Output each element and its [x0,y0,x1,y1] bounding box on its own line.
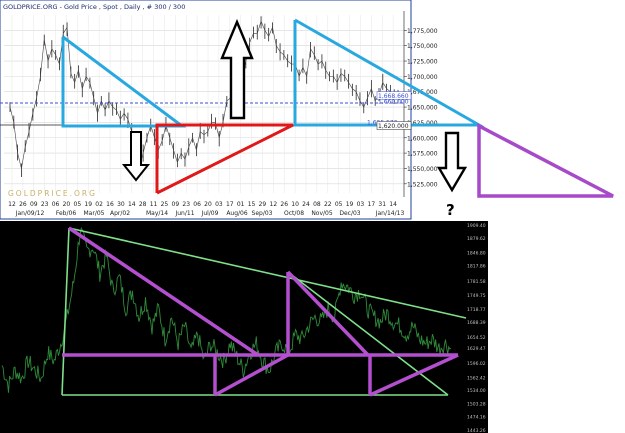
top-x-tick-label: 17 [226,201,234,208]
top-x-tick-label: 12 [270,201,278,208]
top-x-tick-label: 06 [193,201,201,208]
top-x-tick-label: 17 [368,201,376,208]
top-x-tick-label: 16 [106,201,114,208]
price-label: 1,660.000 [378,98,409,105]
top-x-tick-label: 22 [324,201,332,208]
top-x-month-label: Nov/05 [311,210,333,217]
top-x-tick-label: 29 [259,201,267,208]
top-x-month-label: Jul/09 [201,210,219,217]
top-x-tick-label: 03 [215,201,223,208]
top-x-tick-label: 14 [389,201,397,208]
top-x-month-label: Jun/11 [174,210,194,217]
top-x-tick-label: 11 [150,201,158,208]
top-x-tick-label: 09 [172,201,180,208]
top-x-month-label: Dec/03 [339,210,360,217]
bottom-chart-background [0,221,488,433]
top-x-tick-label: 05 [335,201,343,208]
bottom-y-tick-label: 1909.40 [467,223,486,229]
top-x-tick-label: 15 [248,201,256,208]
bottom-y-tick-label: 1817.86 [467,263,486,269]
top-x-month-label: Jan/09/12 [15,210,45,217]
top-x-month-label: Feb/06 [56,210,76,217]
top-x-tick-label: 30 [117,201,125,208]
top-x-tick-label: 14 [128,201,136,208]
top-x-tick-label: 19 [84,201,92,208]
top-x-month-label: May/14 [146,210,168,217]
top-y-tick-label: 1,725,000 [407,59,438,66]
bottom-y-tick-label: 1443.26 [467,428,486,433]
top-x-tick-label: 25 [161,201,169,208]
chart-composite: 1,775,0001,750,0001,725,0001,700,0001,67… [0,0,614,433]
bottom-y-tick-label: 1474.16 [467,414,486,420]
top-y-tick-label: 1,600,000 [407,135,438,142]
bottom-y-tick-label: 1503.28 [467,402,486,408]
top-x-month-label: Oct/08 [284,210,304,217]
bottom-y-tick-label: 1562.42 [467,376,486,382]
top-y-tick-label: 1,700,000 [407,74,438,81]
top-y-tick-label: 1,775,000 [407,28,438,35]
top-x-tick-label: 24 [302,201,310,208]
top-y-tick-label: 1,525,000 [407,181,438,188]
top-x-tick-label: 19 [346,201,354,208]
top-x-tick-label: 31 [378,201,386,208]
top-x-tick-label: 12 [8,201,16,208]
watermark-text: GOLDPRICE.ORG [8,189,97,198]
top-x-tick-label: 08 [313,201,321,208]
top-x-month-label: Apr/02 [110,210,130,217]
bottom-y-tick-label: 1654.52 [467,335,486,341]
top-x-month-label: Aug/06 [226,210,248,217]
bottom-y-tick-label: 1879.62 [467,236,486,242]
bottom-y-tick-label: 1596.02 [467,361,486,367]
top-y-tick-label: 1,750,000 [407,43,438,50]
top-x-tick-label: 03 [357,201,365,208]
top-x-tick-label: 23 [41,201,49,208]
top-x-tick-label: 26 [280,201,288,208]
bottom-y-tick-label: 1718.77 [467,307,486,313]
bottom-y-tick-label: 1749.75 [467,293,486,299]
top-x-month-label: Mar/05 [84,210,105,217]
arrow-down-right [436,131,468,193]
top-x-tick-label: 06 [52,201,60,208]
top-x-tick-label: 10 [291,201,299,208]
projection-triangle [477,123,614,198]
top-x-month-label: Jan/14/13 [375,210,405,217]
bottom-y-tick-label: 1846.80 [467,251,486,257]
bottom-y-tick-label: 1629.47 [467,346,486,352]
top-x-tick-label: 09 [30,201,38,208]
top-x-tick-label: 26 [19,201,27,208]
top-y-tick-label: 1,650,000 [407,105,438,112]
top-x-tick-label: 28 [139,201,147,208]
top-x-tick-label: 02 [95,201,103,208]
top-x-tick-label: 20 [204,201,212,208]
question-mark: ? [446,201,455,219]
top-x-tick-label: 01 [237,201,245,208]
bottom-y-tick-label: 1534.00 [467,388,486,394]
chart-title: GOLDPRICE.ORG - Gold Price , Spot , Dail… [3,3,185,11]
bottom-y-tick-label: 1781.58 [467,279,486,285]
top-x-tick-label: 20 [63,201,71,208]
price-label: 1,620.000 [378,123,409,130]
top-y-tick-label: 1,575,000 [407,151,438,158]
bottom-y-tick-label: 1688.39 [467,320,486,326]
top-y-tick-label: 1,550,000 [407,166,438,173]
top-x-tick-label: 05 [74,201,82,208]
top-x-tick-label: 23 [182,201,190,208]
top-x-month-label: Sep/03 [252,210,273,217]
